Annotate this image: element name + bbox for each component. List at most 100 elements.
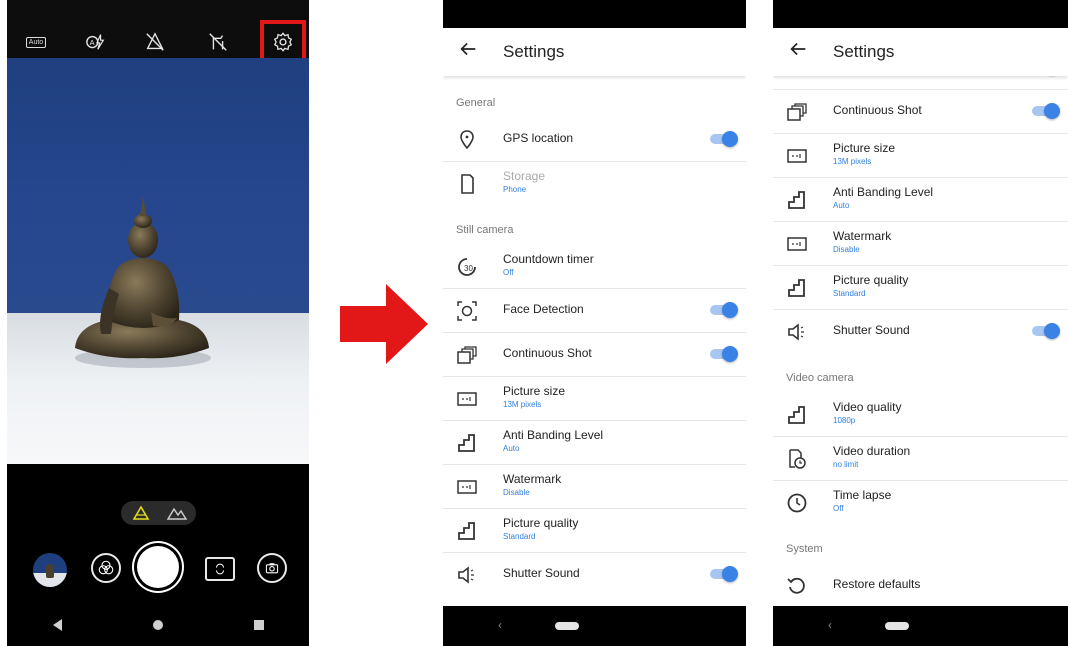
setting-shutter-sound[interactable]: Shutter Sound xyxy=(443,553,746,596)
setting-value: Off xyxy=(833,504,844,513)
setting-picture-size[interactable]: Picture size 13M pixels xyxy=(773,134,1068,178)
speaker-icon xyxy=(785,320,809,344)
section-header-video-camera: Video camera xyxy=(773,353,1068,393)
timer-off-icon[interactable] xyxy=(203,28,233,56)
setting-picture-quality[interactable]: Picture quality Standard xyxy=(443,509,746,553)
app-bar: Settings xyxy=(773,28,1068,76)
setting-label: Countdown timer xyxy=(503,252,594,266)
setting-continuous-shot[interactable]: Continuous Shot xyxy=(443,333,746,377)
setting-label: Face Detection xyxy=(503,302,584,316)
stairs-icon xyxy=(455,519,479,543)
nav-home-icon[interactable] xyxy=(152,619,164,631)
setting-label: Watermark xyxy=(833,229,892,243)
setting-watermark[interactable]: Watermark Disable xyxy=(443,465,746,509)
face-detection-toggle[interactable] xyxy=(708,302,738,318)
setting-anti-banding[interactable]: Anti Banding Level Auto xyxy=(443,421,746,465)
setting-gps-location[interactable]: GPS location xyxy=(443,118,746,162)
page-title: Settings xyxy=(833,42,895,61)
flash-auto-icon[interactable]: A xyxy=(81,28,111,56)
setting-time-lapse[interactable]: Time lapse Off xyxy=(773,481,1068,524)
setting-anti-banding[interactable]: Anti Banding Level Auto xyxy=(773,178,1068,222)
section-title: System xyxy=(786,543,823,555)
landscape-mode-icon[interactable] xyxy=(166,504,188,522)
hdr-off-icon[interactable] xyxy=(140,28,170,56)
navigation-bar: ‹ xyxy=(773,606,1068,646)
triangle-mode-icon[interactable] xyxy=(131,504,151,522)
setting-label: Shutter Sound xyxy=(503,566,580,580)
switch-camera-button[interactable] xyxy=(205,557,235,581)
status-bar xyxy=(773,0,1068,28)
svg-text:30: 30 xyxy=(464,264,473,273)
setting-video-quality[interactable]: Video quality 1080p xyxy=(773,393,1068,437)
stairs-icon xyxy=(785,188,809,212)
timer-icon: 30 xyxy=(455,255,479,279)
nav-home-pill[interactable] xyxy=(555,622,579,630)
auto-icon[interactable]: Auto xyxy=(21,28,51,56)
stairs-icon xyxy=(455,431,479,455)
section-header-general: General xyxy=(443,78,746,118)
nav-recents-icon[interactable] xyxy=(253,619,265,631)
setting-value: Auto xyxy=(503,444,520,453)
nav-back-icon[interactable]: ‹ xyxy=(498,618,502,632)
nav-home-pill[interactable] xyxy=(885,622,909,630)
settings-screen-2: Settings Continuous Shot Picture size 13… xyxy=(773,0,1068,646)
setting-label: Video quality xyxy=(833,400,902,414)
camera-icon xyxy=(265,563,279,574)
nav-back-icon[interactable] xyxy=(51,618,63,632)
setting-shutter-sound[interactable]: Shutter Sound xyxy=(773,310,1068,353)
filter-button[interactable] xyxy=(91,553,121,583)
setting-picture-quality[interactable]: Picture quality Standard xyxy=(773,266,1068,310)
camera-mode-button[interactable] xyxy=(257,553,287,583)
storage-card-icon xyxy=(455,172,479,196)
setting-countdown-timer[interactable]: 30 Countdown timer Off xyxy=(443,245,746,289)
setting-value: Standard xyxy=(833,289,866,298)
setting-value: Phone xyxy=(503,185,527,194)
shutter-button[interactable] xyxy=(137,546,179,588)
shutter-sound-toggle[interactable] xyxy=(1030,323,1060,339)
setting-picture-size[interactable]: Picture size 13M pixels xyxy=(443,377,746,421)
setting-value: Standard xyxy=(503,532,536,541)
setting-value: Auto xyxy=(833,201,850,210)
camera-top-bar: Auto A xyxy=(7,0,309,66)
shutter-sound-toggle[interactable] xyxy=(708,566,738,582)
gps-toggle[interactable] xyxy=(708,131,738,147)
buddha-statue-image xyxy=(75,196,211,368)
picture-size-icon xyxy=(455,387,479,411)
watermark-icon xyxy=(455,475,479,499)
camera-viewfinder[interactable] xyxy=(7,58,309,464)
back-arrow-icon[interactable] xyxy=(457,38,481,62)
video-duration-icon xyxy=(785,447,809,471)
setting-value: Disable xyxy=(503,488,530,497)
setting-face-detection[interactable]: Face Detection xyxy=(443,289,746,333)
burst-icon xyxy=(455,343,479,367)
nav-back-icon[interactable]: ‹ xyxy=(828,618,832,632)
setting-watermark[interactable]: Watermark Disable xyxy=(773,222,1068,266)
setting-value: no limit xyxy=(833,460,859,469)
stairs-icon xyxy=(785,276,809,300)
setting-value: 13M pixels xyxy=(503,400,542,409)
setting-continuous-shot[interactable]: Continuous Shot xyxy=(773,90,1068,134)
back-arrow-icon[interactable] xyxy=(787,38,811,62)
watermark-icon xyxy=(785,232,809,256)
settings-list: General GPS location Storage Phone Still… xyxy=(443,78,746,596)
setting-storage: Storage Phone xyxy=(443,162,746,205)
setting-label: Picture size xyxy=(503,384,566,398)
setting-restore-defaults[interactable]: Restore defaults xyxy=(773,564,1068,607)
section-title: General xyxy=(456,97,496,109)
setting-label: Continuous Shot xyxy=(833,103,922,117)
setting-label: Shutter Sound xyxy=(833,323,910,337)
location-pin-icon xyxy=(455,128,479,152)
status-bar xyxy=(443,0,746,28)
section-header-system: System xyxy=(773,524,1068,564)
gallery-thumbnail[interactable] xyxy=(33,553,67,587)
settings-screen-1: Settings General GPS location Storage Ph… xyxy=(443,0,746,646)
setting-video-duration[interactable]: Video duration no limit xyxy=(773,437,1068,481)
setting-label: GPS location xyxy=(503,131,574,145)
setting-label: Anti Banding Level xyxy=(833,185,934,199)
setting-label: Time lapse xyxy=(833,488,892,502)
continuous-shot-toggle[interactable] xyxy=(1030,103,1060,119)
section-title: Video camera xyxy=(786,372,854,384)
navigation-bar: ‹ xyxy=(443,606,746,646)
setting-label: Restore defaults xyxy=(833,577,921,591)
continuous-shot-toggle[interactable] xyxy=(708,346,738,362)
